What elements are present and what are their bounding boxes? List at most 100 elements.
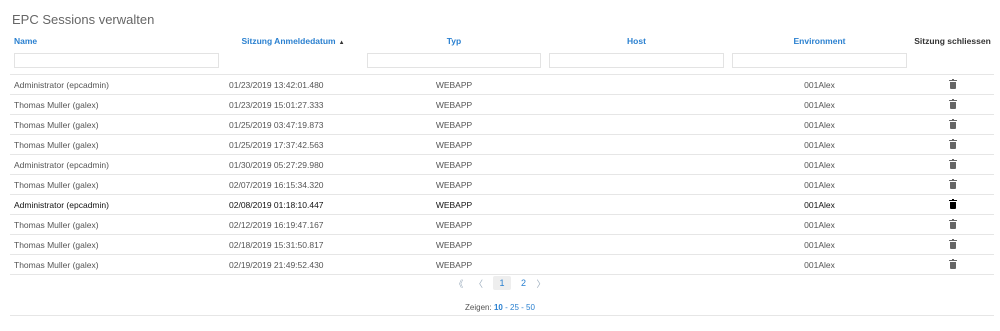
cell-date: 01/23/2019 15:01:27.333 [229,99,324,110]
table-row[interactable]: Thomas Muller (galex) 01/25/2019 17:37:42… [10,134,994,155]
cell-environment: 001Alex [804,179,835,190]
table-row[interactable]: Thomas Muller (galex) 02/19/2019 21:49:52… [10,254,994,275]
filter-name-input[interactable] [14,53,219,68]
previous-page-button[interactable]: 〈 [474,277,483,290]
trash-icon[interactable] [948,238,957,249]
cell-environment: 001Alex [804,119,835,130]
cell-date: 02/07/2019 16:15:34.320 [229,179,324,190]
trash-icon[interactable] [948,98,957,109]
cell-date: 01/25/2019 03:47:19.873 [229,119,324,130]
cell-name: Thomas Muller (galex) [14,139,99,150]
next-page-button[interactable]: 〉 [537,277,546,290]
column-header-close-session: Sitzung schliessen [914,36,991,46]
cell-name: Thomas Muller (galex) [14,119,99,130]
page-size-separator: - [521,303,524,312]
pagination: 《 〈 1 2 〉 [0,276,1000,292]
cell-type: WEBAPP [435,119,473,130]
trash-icon[interactable] [948,118,957,129]
trash-icon[interactable] [948,178,957,189]
column-header-type[interactable]: Typ [363,34,545,48]
cell-name: Thomas Muller (galex) [14,179,99,190]
cell-type: WEBAPP [435,179,473,190]
cell-environment: 001Alex [804,239,835,250]
column-header-date-label: Sitzung Anmeldedatum [241,36,336,46]
table-row[interactable]: Thomas Muller (galex) 01/23/2019 15:01:27… [10,94,994,115]
cell-date: 02/08/2019 01:18:10.447 [229,199,324,210]
cell-close-session [911,195,994,215]
divider [10,315,994,316]
trash-icon[interactable] [948,198,957,209]
cell-environment: 001Alex [804,79,835,90]
page-size-10[interactable]: 10 [494,303,503,312]
column-header-name[interactable]: Name [10,34,223,48]
cell-close-session [911,95,994,115]
cell-host [545,235,728,255]
table-row[interactable]: Administrator (epcadmin) 01/30/2019 05:27… [10,154,994,175]
sessions-table: Name Sitzung Anmeldedatum ▲ Typ Host Envi… [10,34,994,275]
table-row[interactable]: Thomas Muller (galex) 02/18/2019 15:31:50… [10,234,994,255]
page-2-button[interactable]: 2 [521,278,526,288]
first-page-button[interactable]: 《 [454,277,463,290]
cell-name: Administrator (epcadmin) [14,79,109,90]
trash-icon[interactable] [948,218,957,229]
cell-host [545,135,728,155]
filter-type-input[interactable] [367,53,541,68]
page-size-selector: Zeigen: 10 - 25 - 50 [0,303,1000,312]
cell-name: Administrator (epcadmin) [14,159,109,170]
cell-environment: 001Alex [804,99,835,110]
filter-environment-input[interactable] [732,53,907,68]
cell-date: 01/23/2019 13:42:01.480 [229,79,324,90]
cell-type: WEBAPP [435,239,473,250]
cell-type: WEBAPP [435,159,473,170]
column-header-date[interactable]: Sitzung Anmeldedatum ▲ [223,34,363,48]
sessions-page: EPC Sessions verwalten Name Sitzung Anme… [0,0,1000,331]
table-row[interactable]: Thomas Muller (galex) 02/12/2019 16:19:47… [10,214,994,235]
cell-environment: 001Alex [804,159,835,170]
cell-host [545,95,728,115]
cell-close-session [911,75,994,95]
cell-host [545,215,728,235]
cell-type: WEBAPP [435,139,473,150]
trash-icon[interactable] [948,158,957,169]
cell-host [545,155,728,175]
cell-host [545,195,728,215]
cell-name: Thomas Muller (galex) [14,259,99,270]
cell-type: WEBAPP [435,79,473,90]
table-row[interactable]: Administrator (epcadmin) 01/23/2019 13:42… [10,74,994,95]
cell-type: WEBAPP [435,219,473,230]
cell-environment: 001Alex [804,259,835,270]
column-header-host[interactable]: Host [545,34,728,48]
column-header-environment[interactable]: Environment [728,34,911,48]
sessions-table-body: Administrator (epcadmin) 01/23/2019 13:42… [10,74,994,275]
cell-close-session [911,255,994,275]
page-size-separator: - [505,303,508,312]
cell-close-session [911,215,994,235]
cell-name: Thomas Muller (galex) [14,239,99,250]
filter-host-input[interactable] [549,53,724,68]
page-size-50[interactable]: 50 [526,303,535,312]
cell-date: 01/25/2019 17:37:42.563 [229,139,324,150]
cell-type: WEBAPP [435,259,473,270]
trash-icon[interactable] [948,258,957,269]
cell-close-session [911,115,994,135]
cell-type: WEBAPP [435,99,473,110]
cell-close-session [911,235,994,255]
cell-name: Thomas Muller (galex) [14,219,99,230]
cell-host [545,255,728,275]
cell-host [545,175,728,195]
page-size-label: Zeigen: [465,303,492,312]
cell-environment: 001Alex [804,199,835,210]
table-row[interactable]: Thomas Muller (galex) 02/07/2019 16:15:34… [10,174,994,195]
page-size-25[interactable]: 25 [510,303,519,312]
trash-icon[interactable] [948,78,957,89]
trash-icon[interactable] [948,138,957,149]
cell-date: 01/30/2019 05:27:29.980 [229,159,324,170]
table-row[interactable]: Thomas Muller (galex) 01/25/2019 03:47:19… [10,114,994,135]
cell-date: 02/18/2019 15:31:50.817 [229,239,324,250]
cell-name: Administrator (epcadmin) [14,199,109,210]
cell-host [545,75,728,95]
page-1-button[interactable]: 1 [493,276,511,290]
cell-close-session [911,135,994,155]
sort-ascending-icon: ▲ [338,40,345,46]
table-row[interactable]: Administrator (epcadmin) 02/08/2019 01:18… [10,194,994,215]
